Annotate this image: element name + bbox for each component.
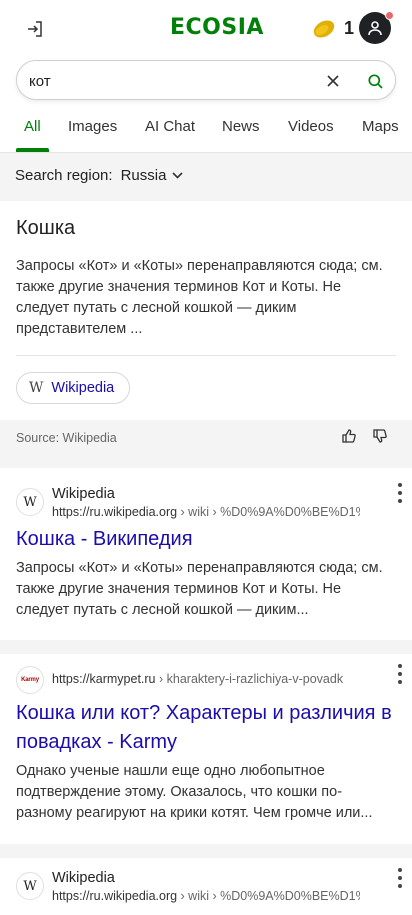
- result-url-host: https://ru.wikipedia.org: [52, 505, 178, 519]
- result-title-link[interactable]: Кошка - Википедия: [16, 525, 401, 554]
- search-tabs: All Images AI Chat News Videos Maps: [0, 110, 412, 152]
- notification-dot: [385, 11, 394, 20]
- tab-images[interactable]: Images: [68, 118, 117, 135]
- header: ECOSIA 1 All Images AI Chat: [0, 0, 412, 153]
- tab-maps[interactable]: Maps: [362, 118, 399, 135]
- result-more-options-button[interactable]: [395, 664, 405, 684]
- search-result: W Wikipedia https://ru.wikipedia.org › w…: [0, 858, 412, 915]
- result-url[interactable]: https://ru.wikipedia.org › wiki › %D0%9A…: [52, 889, 360, 903]
- ecosia-logo[interactable]: ECOSIA: [170, 15, 264, 40]
- seed-counter[interactable]: 1: [312, 18, 354, 39]
- knowledge-panel-title: Кошка: [16, 217, 76, 239]
- login-button[interactable]: [22, 16, 48, 42]
- result-url-host: https://karmypet.ru: [52, 672, 156, 686]
- seed-count: 1: [344, 18, 355, 38]
- tab-news[interactable]: News: [222, 118, 260, 135]
- chevron-down-icon: [172, 172, 183, 179]
- wikipedia-chip[interactable]: W Wikipedia: [16, 372, 130, 404]
- knowledge-panel-description: Запросы «Кот» и «Коты» перенаправляются …: [16, 258, 383, 337]
- region-label: Search region:: [15, 167, 113, 184]
- tab-videos[interactable]: Videos: [288, 118, 334, 135]
- thumbs-down-icon[interactable]: [373, 429, 387, 443]
- result-more-options-button[interactable]: [395, 868, 405, 888]
- karmy-favicon-icon: Karmy: [16, 666, 44, 694]
- close-icon: [327, 75, 339, 87]
- search-icon: [367, 73, 383, 89]
- result-url[interactable]: https://karmypet.ru › kharaktery-i-razli…: [52, 672, 360, 686]
- search-region-selector[interactable]: Search region: Russia: [15, 167, 183, 184]
- thumbs-up-icon[interactable]: [342, 429, 356, 443]
- knowledge-panel-footer: Source: Wikipedia: [0, 420, 412, 454]
- result-url-host: https://ru.wikipedia.org: [52, 889, 178, 903]
- result-url-path: › wiki › %D0%9A%D0%BE%D1%: [177, 889, 360, 903]
- result-site-name: Wikipedia: [52, 486, 115, 502]
- result-url-path: › wiki › %D0%9A%D0%BE%D1%: [177, 505, 360, 519]
- seed-icon: [313, 19, 335, 38]
- source-label: Source: Wikipedia: [16, 431, 117, 445]
- user-icon: [368, 21, 382, 36]
- result-snippet: Запросы «Кот» и «Коты» перенаправляются …: [16, 560, 383, 618]
- wikipedia-favicon-icon: W: [16, 872, 44, 900]
- tab-all[interactable]: All: [24, 118, 41, 135]
- wikipedia-icon: W: [29, 380, 44, 396]
- tab-ai-chat[interactable]: AI Chat: [145, 118, 195, 135]
- clear-search-button[interactable]: [324, 72, 342, 90]
- search-box: [16, 60, 396, 100]
- login-icon: [28, 21, 42, 37]
- result-snippet: Однако ученые нашли еще одно любопытное …: [16, 763, 373, 821]
- result-more-options-button[interactable]: [395, 483, 405, 503]
- search-input[interactable]: [29, 70, 309, 92]
- result-url-path: › kharaktery-i-razlichiya-v-povadk: [155, 672, 344, 686]
- result-url[interactable]: https://ru.wikipedia.org › wiki › %D0%9A…: [52, 505, 360, 519]
- divider: [16, 355, 396, 356]
- search-submit-button[interactable]: [366, 72, 384, 90]
- wikipedia-chip-label: Wikipedia: [51, 380, 115, 396]
- knowledge-panel: Кошка Запросы «Кот» и «Коты» перенаправл…: [0, 201, 412, 454]
- search-result: W Wikipedia https://ru.wikipedia.org › w…: [0, 468, 412, 640]
- search-result: Karmy https://karmypet.ru › kharaktery-i…: [0, 654, 412, 844]
- active-tab-indicator: [16, 148, 49, 152]
- result-site-name: Wikipedia: [52, 870, 115, 886]
- result-title-link[interactable]: Кошка или кот? Характеры и различия в по…: [16, 699, 401, 757]
- wikipedia-favicon-icon: W: [16, 488, 44, 516]
- region-value: Russia: [120, 167, 167, 184]
